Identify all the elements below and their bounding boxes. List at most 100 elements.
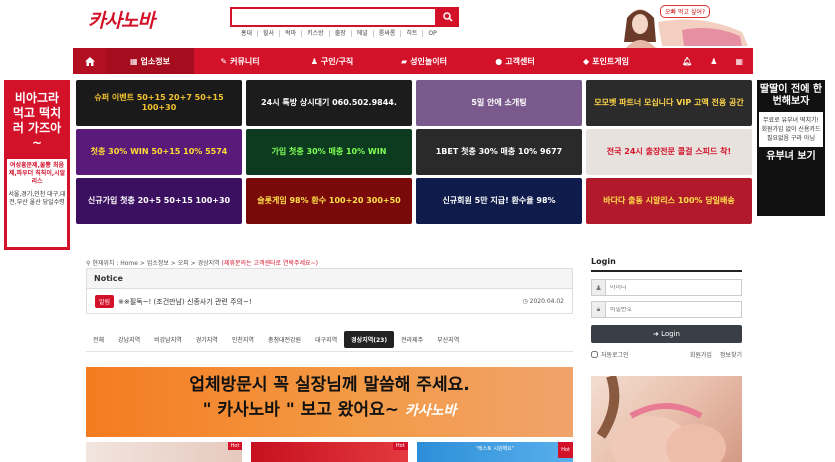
tab-gyeonggi[interactable]: 경기지역 bbox=[189, 331, 225, 348]
tab-gangnam[interactable]: 강남지역 bbox=[111, 331, 147, 348]
nav-item-community[interactable]: ✎ 커뮤니티 bbox=[194, 48, 286, 74]
signature-logo: 카사노바 bbox=[404, 403, 457, 419]
nav-label: 커뮤니티 bbox=[230, 56, 260, 66]
grid-icon: ▦ bbox=[129, 56, 138, 66]
quick-link[interactable]: 에널 bbox=[352, 30, 374, 37]
nav-tools: 🔔︎ ♟ ▦ bbox=[682, 57, 753, 66]
search-box bbox=[230, 7, 437, 27]
visit-reminder-text: " 카사노바 " 보고 왔어요~ bbox=[202, 400, 399, 420]
notice-text[interactable]: ※※필독~! (조건만남) 신종사기 관련 주의~! bbox=[118, 297, 252, 307]
map-marker-icon: ⚲ bbox=[86, 260, 91, 267]
nav-item-point-game[interactable]: ◆ 포인트게임 bbox=[560, 48, 652, 74]
listing-thumb[interactable]: Hot bbox=[251, 442, 408, 462]
ad-banner-text: 전국 24시 출장전문 콜걸 스피드 착! bbox=[606, 147, 732, 156]
ad-banner[interactable]: 신규회원 5만 지급! 환수율 98% bbox=[416, 178, 582, 224]
ad-banner[interactable]: 전국 24시 출장전문 콜걸 스피드 착! bbox=[586, 129, 752, 175]
nav-label: 구인/구직 bbox=[320, 56, 354, 66]
ad-banner[interactable]: 신규가입 첫충 20+5 50+15 100+30 bbox=[76, 178, 242, 224]
find-account-link[interactable]: 정보찾기 bbox=[720, 350, 742, 359]
tab-jeolla-jeju[interactable]: 전라제주 bbox=[394, 331, 430, 348]
nav-item-adult-playground[interactable]: ▰ 성인놀이터 bbox=[378, 48, 470, 74]
ad-banner[interactable]: 바다다 출동 시알리스 100% 당일배송 bbox=[586, 178, 752, 224]
ad-banner[interactable]: 5일 안에 소개팅 bbox=[416, 80, 582, 126]
ad-banner[interactable]: 첫충 30% WIN 50+15 10% 5574 bbox=[76, 129, 242, 175]
ad-banner[interactable]: 24시 톡방 상시대기 060.502.9844. bbox=[246, 80, 412, 126]
tab-busan[interactable]: 부산지역 bbox=[430, 331, 466, 348]
user-icon[interactable]: ♟ bbox=[710, 57, 717, 66]
side-banner-right[interactable]: 딸딸이 전에 한번해보자 무료로 유부녀 떡치기! 회원가입 없이 신용카드 필… bbox=[757, 80, 825, 216]
tab-daegu[interactable]: 대구지역 bbox=[308, 331, 344, 348]
notice-date-value: 2020.04.02 bbox=[529, 298, 564, 305]
ad-banner-text: 슬롯게임 98% 환수 100+20 300+50 bbox=[257, 196, 401, 205]
tab-chungcheong[interactable]: 충청대전강원 bbox=[261, 331, 308, 348]
search-input[interactable] bbox=[232, 9, 435, 25]
id-input[interactable] bbox=[606, 284, 741, 291]
hot-badge: Hot bbox=[392, 442, 408, 450]
search-button[interactable] bbox=[437, 7, 459, 27]
visit-reminder-banner: 업체방문시 꼭 실장님께 말씀해 주세요. " 카사노바 " 보고 왔어요~ 카… bbox=[86, 367, 573, 437]
notice-row[interactable]: 알림 ※※필독~! (조건만남) 신종사기 관련 주의~! ◷ 2020.04.… bbox=[87, 289, 572, 314]
ad-banner-text: 슈퍼 이벤트 50+15 20+7 50+15 100+30 bbox=[94, 93, 224, 112]
sign-in-icon: ➜ bbox=[653, 330, 659, 338]
ad-banner[interactable]: 슈퍼 이벤트 50+15 20+7 50+15 100+30 bbox=[76, 80, 242, 126]
quick-link[interactable]: 키스방 bbox=[302, 30, 330, 37]
comment-icon: ● bbox=[495, 56, 503, 66]
quick-link[interactable]: 룸싸롱 bbox=[374, 30, 402, 37]
bell-icon[interactable]: 🔔︎ bbox=[682, 57, 692, 66]
tab-all[interactable]: 전체 bbox=[86, 331, 111, 348]
ad-banner[interactable]: 가입 첫충 30% 매충 10% WIN bbox=[246, 129, 412, 175]
search-icon bbox=[443, 12, 453, 22]
tab-incheon[interactable]: 인천지역 bbox=[225, 331, 261, 348]
auto-login-label: 자동로그인 bbox=[601, 352, 629, 359]
ad-banner-text: 신규가입 첫충 20+5 50+15 100+30 bbox=[87, 196, 231, 205]
tab-non-gangnam[interactable]: 비강남지역 bbox=[147, 331, 189, 348]
home-button[interactable] bbox=[73, 48, 106, 74]
ad-banner[interactable]: 슬롯게임 98% 환수 100+20 300+50 bbox=[246, 178, 412, 224]
login-button[interactable]: ➜ Login bbox=[591, 325, 742, 343]
sidebar-promo-image[interactable] bbox=[591, 376, 742, 462]
auto-login-checkbox[interactable] bbox=[591, 351, 598, 358]
sidebar-promo-illustration bbox=[596, 376, 726, 462]
login-title: Login bbox=[591, 257, 616, 266]
listing-thumb-caption: "레스토 시원해요" bbox=[475, 446, 515, 452]
nav-label: 포인트게임 bbox=[592, 56, 629, 66]
quick-link[interactable]: 출장 bbox=[330, 30, 352, 37]
tab-gyeongsang[interactable]: 경상지역(23) bbox=[344, 331, 395, 348]
menu-grid-icon[interactable]: ▦ bbox=[735, 57, 743, 66]
quick-link[interactable]: 홍대 bbox=[236, 30, 259, 37]
quick-link[interactable]: OP bbox=[423, 30, 441, 37]
listing-thumbnails: Hot Hot "레스토 시원해요" Hot bbox=[86, 442, 573, 462]
nav-item-customer-center[interactable]: ● 고객센터 bbox=[470, 48, 560, 74]
ad-banner[interactable]: 1BET 첫충 30% 매충 10% 9677 bbox=[416, 129, 582, 175]
quick-links: 홍대 힐사 럭마 키스방 출장 에널 룸싸롱 히트 OP bbox=[236, 30, 442, 37]
ad-banner-text: 24시 톡방 상시대기 060.502.9844. bbox=[261, 98, 397, 107]
lock-icon: 🔒︎ bbox=[592, 302, 606, 317]
gamepad-icon: ◆ bbox=[583, 56, 590, 66]
breadcrumb-note: (제휴문의는 고객센터로 연락주세요~) bbox=[221, 260, 318, 267]
listing-thumb[interactable]: "레스토 시원해요" Hot bbox=[416, 442, 573, 462]
side-banner-left[interactable]: 비아그라 먹고 떡치러 가즈아~ 여성흥분제,물뽕 최음제,파우더 칙칙이,시알… bbox=[4, 80, 70, 250]
ad-banner-grid: 슈퍼 이벤트 50+15 20+7 50+15 100+30 24시 톡방 상시대… bbox=[76, 80, 752, 224]
nav-item-jobs[interactable]: ♟ 구인/구직 bbox=[286, 48, 378, 74]
password-input[interactable] bbox=[606, 306, 741, 313]
ad-banner-text: 모모벳 파트너 모십니다 VIP 고액 전용 공간 bbox=[594, 98, 744, 107]
region-tabs: 전체 강남지역 비강남지역 경기지역 인천지역 충청대전강원 대구지역 경상지역… bbox=[86, 331, 466, 348]
join-link[interactable]: 회원가입 bbox=[690, 350, 712, 359]
listing-thumb[interactable]: Hot bbox=[86, 442, 243, 462]
side-left-regions: 서울,경기,인천 대구,대전,부산 울산 당일수령 bbox=[8, 191, 66, 206]
quick-link[interactable]: 히트 bbox=[401, 30, 424, 37]
nav-item-business-info[interactable]: ▦ 업소정보 bbox=[106, 48, 194, 74]
quick-link[interactable]: 럭마 bbox=[280, 30, 303, 37]
ad-banner[interactable]: 모모벳 파트너 모십니다 VIP 고액 전용 공간 bbox=[586, 80, 752, 126]
clock-icon: ◷ bbox=[522, 298, 528, 305]
quick-link[interactable]: 힐사 bbox=[258, 30, 281, 37]
login-options: 자동로그인 회원가입 정보찾기 bbox=[591, 350, 742, 359]
ad-banner-text: 바다다 출동 시알리스 100% 당일배송 bbox=[603, 196, 735, 205]
visit-reminder-line2: " 카사노바 " 보고 왔어요~ 카사노바 bbox=[86, 398, 573, 423]
breadcrumb-path: 현재위치 : Home > 업소정보 > 오피 > 경상지역 bbox=[92, 260, 220, 267]
ad-banner-text: 첫충 30% WIN 50+15 10% 5574 bbox=[90, 147, 228, 156]
site-logo[interactable]: 카사노바 bbox=[88, 6, 198, 40]
nav-label: 고객센터 bbox=[505, 56, 535, 66]
side-right-headline: 딸딸이 전에 한번해보자 bbox=[759, 84, 823, 107]
notice-badge: 알림 bbox=[95, 295, 115, 308]
